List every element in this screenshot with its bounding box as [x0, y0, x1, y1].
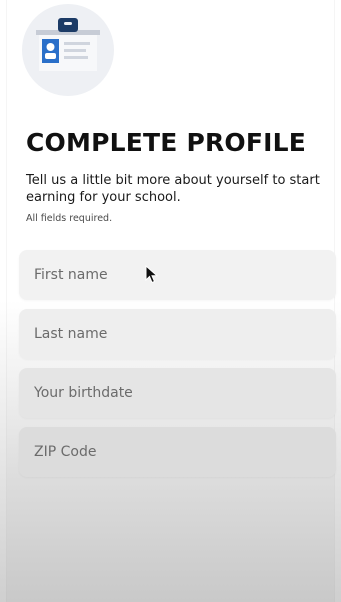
- required-note: All fields required.: [26, 213, 113, 224]
- zip-code-input[interactable]: [19, 427, 336, 477]
- birthdate-field-container: [19, 368, 336, 418]
- birthdate-input[interactable]: [19, 368, 336, 418]
- page-subtitle: Tell us a little bit more about yourself…: [26, 173, 320, 205]
- last-name-field-container: [19, 309, 336, 359]
- zip-code-field-container: [19, 427, 336, 477]
- page-title: COMPLETE PROFILE: [26, 128, 307, 157]
- complete-profile-screen: COMPLETE PROFILE Tell us a little bit mo…: [0, 0, 341, 602]
- mouse-cursor-icon: [145, 265, 159, 284]
- last-name-input[interactable]: [19, 309, 336, 359]
- left-edge: [0, 0, 7, 602]
- id-badge-icon: [36, 18, 100, 71]
- first-name-field-container: [19, 250, 336, 300]
- first-name-input[interactable]: [19, 250, 336, 300]
- right-edge: [334, 0, 341, 602]
